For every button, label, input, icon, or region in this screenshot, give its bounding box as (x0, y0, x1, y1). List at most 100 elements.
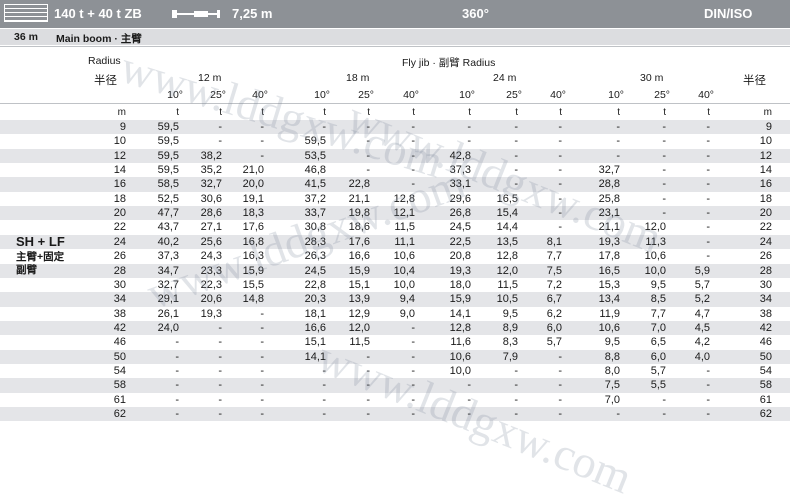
load-cell: 26,3 (304, 250, 326, 263)
load-cell: 10,6 (393, 250, 415, 263)
load-cell: 47,7 (157, 207, 179, 220)
load-cell: - (706, 178, 710, 191)
load-cell: - (260, 408, 264, 420)
load-cell: 9,4 (399, 293, 415, 306)
load-cell: 6,2 (546, 307, 562, 320)
load-cell: - (706, 221, 710, 234)
radius-cell: 20 (113, 207, 126, 220)
load-cell: 16,6 (348, 250, 370, 263)
load-cell: - (467, 121, 471, 133)
load-cell: 24,0 (157, 321, 179, 334)
load-cell: 52,5 (157, 192, 179, 205)
load-cell: 15,1 (304, 336, 326, 349)
load-cell: - (411, 135, 415, 148)
offset-angle: 40° (698, 89, 714, 101)
load-cell: - (218, 321, 222, 334)
load-cell: 27,1 (200, 221, 222, 234)
radius-cell-right: 14 (759, 164, 772, 177)
radius-cell-right: 24 (759, 235, 772, 248)
radius-label-cn-right: 半径 (743, 75, 766, 87)
load-cell: 11,1 (394, 235, 415, 248)
load-cell: 8,5 (650, 293, 666, 306)
load-cell: 16,6 (304, 321, 326, 334)
load-cell: 10,0 (393, 278, 415, 291)
load-cell: - (662, 192, 666, 205)
load-cell: - (662, 207, 666, 220)
load-cell: - (322, 121, 326, 133)
mode-description: 主臂+固定 副臂 (16, 251, 64, 277)
load-cell: 7,9 (502, 350, 518, 363)
load-cell: 14,4 (496, 221, 518, 234)
load-cell: - (706, 364, 710, 377)
load-cell: - (260, 121, 264, 133)
radius-cell: 10 (113, 135, 126, 148)
load-cell: - (411, 164, 415, 177)
load-cell: - (175, 350, 179, 363)
load-cell: - (411, 121, 415, 133)
load-cell: - (322, 379, 326, 392)
load-cell: 7,2 (546, 278, 562, 291)
load-cell: 9,5 (650, 278, 666, 291)
load-cell: - (706, 135, 710, 148)
load-cell: 13,4 (598, 293, 620, 306)
load-cell: 59,5 (157, 149, 179, 162)
load-cell: 8,3 (502, 336, 518, 349)
load-cell: - (218, 379, 222, 392)
load-cell: - (366, 121, 370, 133)
load-cell: - (411, 350, 415, 363)
radius-cell-right: 62 (759, 408, 772, 420)
load-cell: 15,9 (348, 264, 370, 277)
load-cell: 10,6 (644, 250, 666, 263)
load-cell: 10,6 (449, 350, 471, 363)
load-cell: - (616, 149, 620, 162)
load-cell: 22,3 (200, 278, 222, 291)
load-cell: 20,8 (449, 250, 471, 263)
load-cell: - (706, 235, 710, 248)
load-cell: 18,1 (304, 307, 326, 320)
unit-label: t (367, 107, 370, 118)
offset-angle: 10° (167, 89, 183, 101)
load-cell: - (514, 364, 518, 377)
mode-code: SH + LF (16, 234, 65, 249)
load-cell: 46,8 (304, 164, 326, 177)
load-cell: 23,3 (200, 264, 222, 277)
jib-length-group: 12 m (198, 72, 222, 84)
radius-cell-right: 58 (759, 379, 772, 392)
offset-angle: 25° (358, 89, 374, 101)
radius-cell: 18 (113, 192, 126, 205)
load-cell: 38,2 (200, 149, 222, 162)
unit-label: t (176, 107, 179, 118)
radius-cell-right: 28 (759, 264, 772, 277)
load-cell: 9,5 (604, 336, 620, 349)
load-cell: - (514, 408, 518, 420)
unit-label: m (117, 107, 126, 118)
load-cell: - (218, 121, 222, 133)
load-cell: - (558, 408, 562, 420)
load-cell: 53,5 (304, 149, 326, 162)
capacity-title: 140 t + 40 t ZB (54, 6, 142, 21)
load-cell: - (175, 379, 179, 392)
load-cell: 5,9 (694, 264, 710, 277)
radius-cell: 12 (113, 149, 126, 162)
offset-angle: 10° (314, 89, 330, 101)
load-cell: - (366, 149, 370, 162)
load-cell: 7,5 (546, 264, 562, 277)
flyjib-label: Fly jib · 副臂 Radius (402, 57, 496, 69)
radius-cell-right: 16 (759, 178, 772, 191)
load-cell: 17,6 (242, 221, 264, 234)
load-cell: 15,9 (242, 264, 264, 277)
load-cell: - (260, 364, 264, 377)
load-cell: - (706, 149, 710, 162)
load-cell: 22,5 (449, 235, 471, 248)
load-cell: 12,1 (393, 207, 415, 220)
radius-cell: 62 (113, 408, 126, 420)
load-cell: 28,6 (200, 207, 222, 220)
load-cell: - (558, 221, 562, 234)
load-cell: 5,7 (546, 336, 562, 349)
load-cell: 4,2 (694, 336, 710, 349)
radius-cell-right: 61 (759, 393, 772, 406)
load-cell: - (558, 164, 562, 177)
unit-label: m (763, 107, 772, 118)
load-cell: 7,0 (650, 321, 666, 334)
radius-cell-right: 30 (759, 278, 772, 291)
